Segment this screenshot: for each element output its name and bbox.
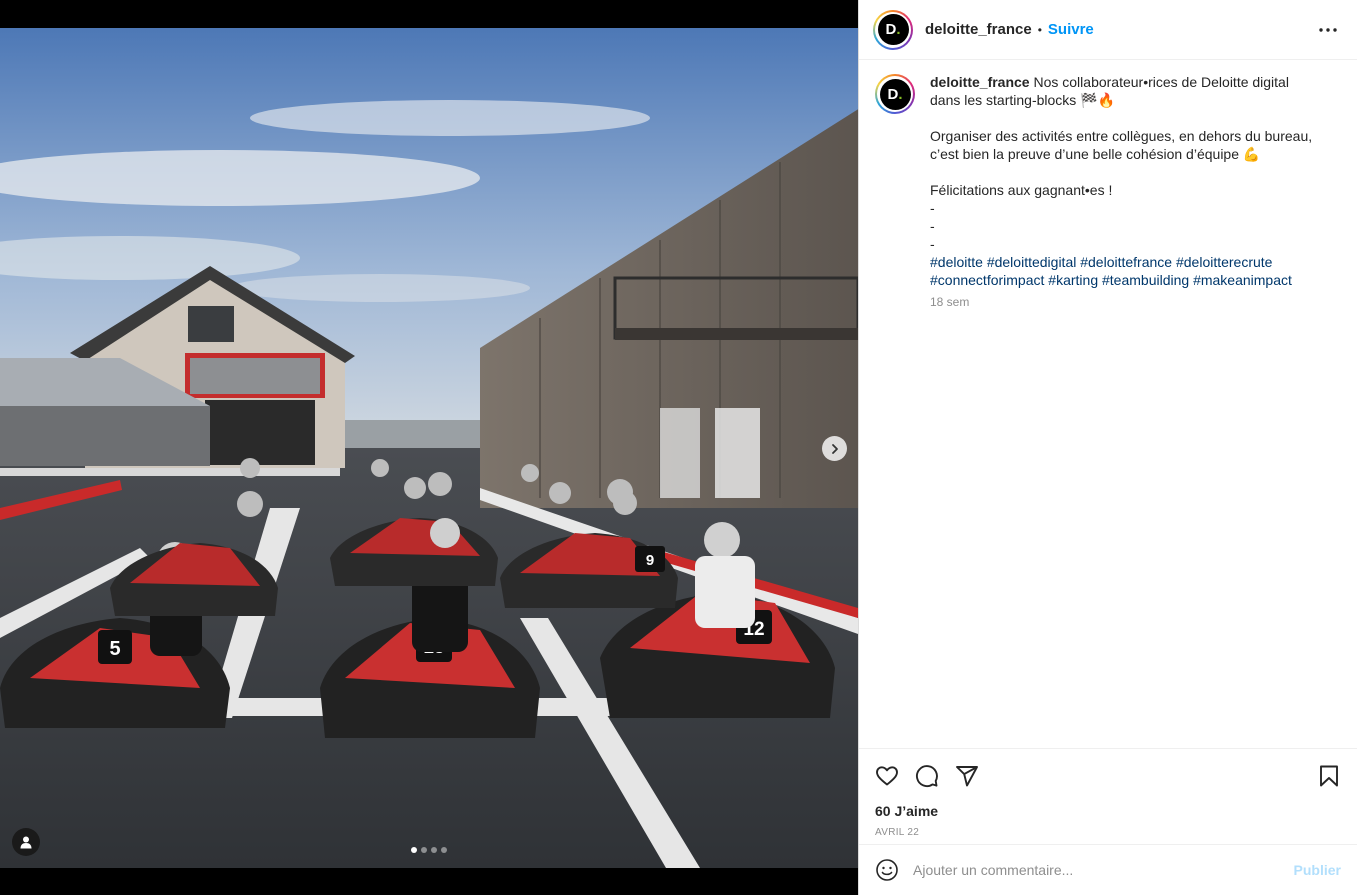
caption-line: dans les starting-blocks 🏁🔥 xyxy=(930,92,1116,108)
karting-photo: 5 15 12 xyxy=(0,28,858,868)
post-header: D. deloitte_france • Suivre xyxy=(859,0,1357,60)
caption-line: deloitte_france Nos collaborateur•rices … xyxy=(930,73,1330,91)
share-button[interactable] xyxy=(955,764,979,788)
likes-count[interactable]: 60 J’aime xyxy=(875,803,1341,819)
comment-input[interactable] xyxy=(913,862,1294,878)
emoji-icon xyxy=(876,859,898,881)
deloitte-logo: D. xyxy=(877,14,909,45)
comment-button[interactable] xyxy=(915,764,939,788)
avatar[interactable]: D. xyxy=(873,9,913,50)
like-button[interactable] xyxy=(875,764,899,788)
svg-text:9: 9 xyxy=(646,552,654,569)
more-options-button[interactable] xyxy=(1317,19,1339,41)
tagged-users-button[interactable] xyxy=(12,828,40,856)
post-panel: D. deloitte_france • Suivre D. deloitte_… xyxy=(858,0,1357,895)
caption-line: Organiser des activités entre collègues,… xyxy=(930,128,1313,144)
caption-avatar[interactable]: D. xyxy=(875,74,915,114)
hashtag-link[interactable]: #makeanimpact xyxy=(1193,272,1292,288)
share-icon xyxy=(956,766,978,787)
caption-line: - xyxy=(930,218,935,234)
logo-letter: D xyxy=(887,85,899,103)
deloitte-logo: D. xyxy=(879,78,911,110)
logo-dot: . xyxy=(898,85,903,103)
chevron-right-icon xyxy=(831,443,838,454)
hashtag-link[interactable]: #deloitterecrute xyxy=(1176,254,1273,270)
caption-line: Félicitations aux gagnant•es ! xyxy=(930,182,1113,198)
hashtag-link[interactable]: #teambuilding xyxy=(1102,272,1189,288)
bookmark-icon xyxy=(1320,765,1338,787)
post-media: 5 15 12 xyxy=(0,0,858,895)
comment-bar: Publier xyxy=(859,844,1357,895)
hashtags: #deloitte #deloittedigital #deloittefran… xyxy=(930,253,1330,289)
post-time-ago[interactable]: 18 sem xyxy=(930,293,1330,311)
follow-button[interactable]: Suivre xyxy=(1048,21,1094,38)
post-actions: 60 J’aime AVRIL 22 xyxy=(859,748,1357,838)
user-tag-icon xyxy=(20,836,32,849)
hashtag-link[interactable]: #deloittefrance xyxy=(1080,254,1172,270)
logo-dot: . xyxy=(896,21,901,38)
emoji-button[interactable] xyxy=(875,858,899,882)
caption-line: c’est bien la preuve d’une belle cohésio… xyxy=(930,146,1261,162)
more-icon xyxy=(1319,28,1337,32)
comment-icon xyxy=(916,765,938,788)
caption-text: Nos collaborateur•rices de Deloitte digi… xyxy=(1033,74,1289,90)
hashtag-link[interactable]: #deloittedigital xyxy=(987,254,1077,270)
heart-icon xyxy=(876,766,898,786)
caption-line xyxy=(930,109,1330,127)
post-photo[interactable]: 5 15 12 xyxy=(0,28,858,868)
caption-line xyxy=(930,163,1330,181)
carousel-next-button[interactable] xyxy=(822,436,847,461)
hashtag-link[interactable]: #connectforimpact xyxy=(930,272,1044,288)
post-date: AVRIL 22 xyxy=(875,827,920,838)
publish-button[interactable]: Publier xyxy=(1294,862,1341,878)
svg-text:5: 5 xyxy=(109,638,120,660)
header-username[interactable]: deloitte_france xyxy=(925,21,1032,38)
save-button[interactable] xyxy=(1317,764,1341,788)
caption-body: deloitte_france Nos collaborateur•rices … xyxy=(930,73,1330,311)
caption-username[interactable]: deloitte_france xyxy=(930,74,1030,90)
carousel-dot xyxy=(421,847,427,853)
post-caption: D. deloitte_france Nos collaborateur•ric… xyxy=(859,61,1357,747)
hashtag-link[interactable]: #karting xyxy=(1048,272,1098,288)
header-separator: • xyxy=(1037,22,1042,37)
carousel-dot xyxy=(441,847,447,853)
logo-letter: D xyxy=(885,21,897,38)
caption-line: - xyxy=(930,200,935,216)
carousel-indicator xyxy=(411,847,447,853)
carousel-dot xyxy=(431,847,437,853)
carousel-dot xyxy=(411,847,417,853)
caption-line: - xyxy=(930,236,935,252)
hashtag-link[interactable]: #deloitte xyxy=(930,254,983,270)
